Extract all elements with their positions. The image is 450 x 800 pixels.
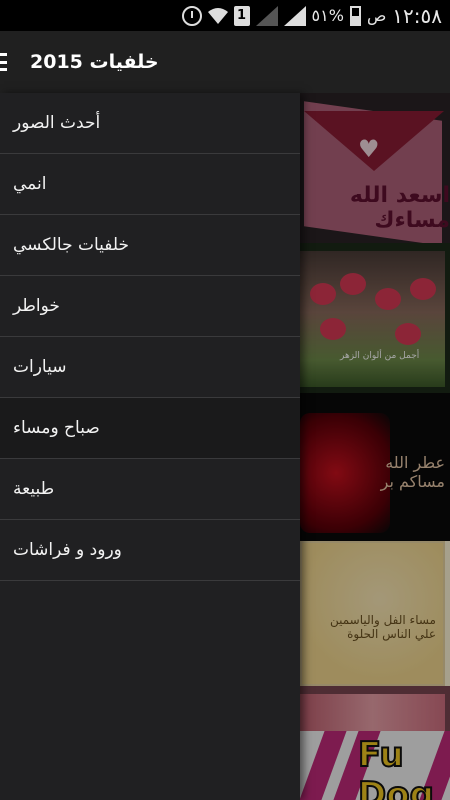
navigation-drawer: أحدث الصور انمي خلفيات جالكسي خواطر سيار… [0, 93, 300, 800]
sim-icon: 1 [233, 5, 250, 27]
wifi-icon [207, 5, 228, 27]
drawer-item-label: خواطر [13, 296, 60, 316]
drawer-item-thoughts[interactable]: خواطر [0, 276, 300, 337]
drawer-item-label: طبيعة [13, 479, 55, 499]
drawer-item-label: انمي [13, 174, 47, 194]
drawer-item-label: صباح ومساء [13, 418, 100, 438]
signal-icon [283, 5, 306, 27]
drawer-item-label: سيارات [13, 357, 67, 377]
drawer-item-latest[interactable]: أحدث الصور [0, 93, 300, 154]
status-bar: 1 ٥١% ص ١٢:٥٨ [0, 0, 450, 31]
app-title: خلفيات 2015 [30, 51, 159, 73]
am-pm-indicator: ص [366, 6, 387, 25]
drawer-scrim[interactable] [300, 93, 450, 800]
drawer-item-nature[interactable]: طبيعة [0, 459, 300, 520]
drawer-item-label: أحدث الصور [13, 113, 101, 133]
drawer-item-roses-butterflies[interactable]: ورود و فراشات [0, 520, 300, 581]
menu-icon[interactable] [0, 51, 10, 73]
drawer-item-label: ورود و فراشات [13, 540, 122, 560]
drawer-item-label: خلفيات جالكسي [13, 235, 130, 255]
drawer-item-cars[interactable]: سيارات [0, 337, 300, 398]
drawer-item-anime[interactable]: انمي [0, 154, 300, 215]
signal-icon-empty [255, 5, 278, 27]
clock: ١٢:٥٨ [392, 3, 442, 28]
drawer-item-morning-evening[interactable]: صباح ومساء [0, 398, 300, 459]
battery-icon [349, 5, 361, 27]
alarm-icon [181, 5, 202, 27]
action-bar: خلفيات 2015 [0, 31, 450, 93]
battery-percent: ٥١% [311, 6, 344, 25]
drawer-item-galaxy[interactable]: خلفيات جالكسي [0, 215, 300, 276]
